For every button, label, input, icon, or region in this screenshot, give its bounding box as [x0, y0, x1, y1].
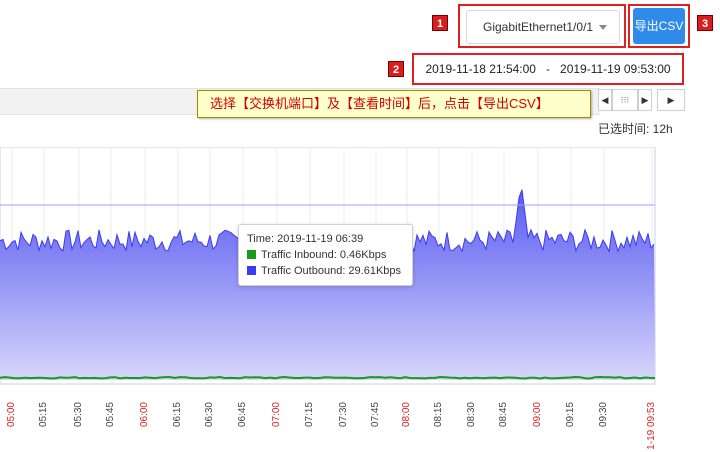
instruction-tip: 选择【交换机端口】及【查看时间】后，点击【导出CSV】: [197, 90, 591, 118]
x-tick-label: 06:30: [204, 402, 215, 428]
chart-tooltip: Time: 2019-11-19 06:39 Traffic Inbound: …: [238, 224, 413, 286]
x-tick-label: 06:45: [237, 402, 248, 428]
x-tick-label: 09:00: [532, 402, 543, 428]
nav-prev-button[interactable]: ◀: [598, 89, 612, 111]
x-tick-label: 06:15: [172, 402, 183, 428]
x-tick-label: 06:00: [139, 402, 150, 428]
x-tick-label: 05:45: [105, 402, 116, 428]
annotation-box-3: [628, 4, 690, 48]
x-tick-label: 08:00: [401, 402, 412, 428]
x-tick-label: 07:45: [370, 402, 381, 428]
annotation-box-1: [458, 4, 626, 48]
annotation-box-2: [412, 53, 684, 85]
tooltip-time: Time: 2019-11-19 06:39: [247, 233, 364, 245]
x-tick-label: 05:30: [73, 402, 84, 428]
tooltip-inbound-row: Traffic Inbound: 0.46Kbps: [247, 247, 412, 263]
nav-next-end-button[interactable]: ▶: [657, 89, 685, 111]
x-tick-label: 08:30: [466, 402, 477, 428]
nav-grip-handle[interactable]: ⁝⁝⁝: [612, 89, 638, 111]
x-tick-label: 09:30: [598, 402, 609, 428]
x-tick-label: 1-19 09:53: [646, 402, 657, 450]
inbound-line: [0, 375, 656, 380]
x-tick-label: 05:15: [38, 402, 49, 428]
inbound-swatch-icon: [247, 250, 256, 259]
x-tick-label: 07:00: [271, 402, 282, 428]
tooltip-outbound: Traffic Outbound: 29.61Kbps: [261, 265, 402, 277]
outbound-swatch-icon: [247, 266, 256, 275]
annotation-badge-3: 3: [697, 15, 713, 31]
x-tick-label: 08:15: [433, 402, 444, 428]
tooltip-inbound: Traffic Inbound: 0.46Kbps: [261, 249, 387, 261]
tooltip-outbound-row: Traffic Outbound: 29.61Kbps: [247, 263, 412, 279]
x-tick-label: 08:45: [498, 402, 509, 428]
x-tick-label: 07:15: [304, 402, 315, 428]
selected-time-label: 已选时间: 12h: [598, 122, 673, 136]
annotation-badge-2: 2: [388, 61, 404, 77]
nav-next-button[interactable]: ▶: [638, 89, 652, 111]
x-tick-label: 05:00: [6, 402, 17, 428]
x-tick-label: 07:30: [338, 402, 349, 428]
x-tick-label: 09:15: [565, 402, 576, 428]
annotation-badge-1: 1: [432, 15, 448, 31]
